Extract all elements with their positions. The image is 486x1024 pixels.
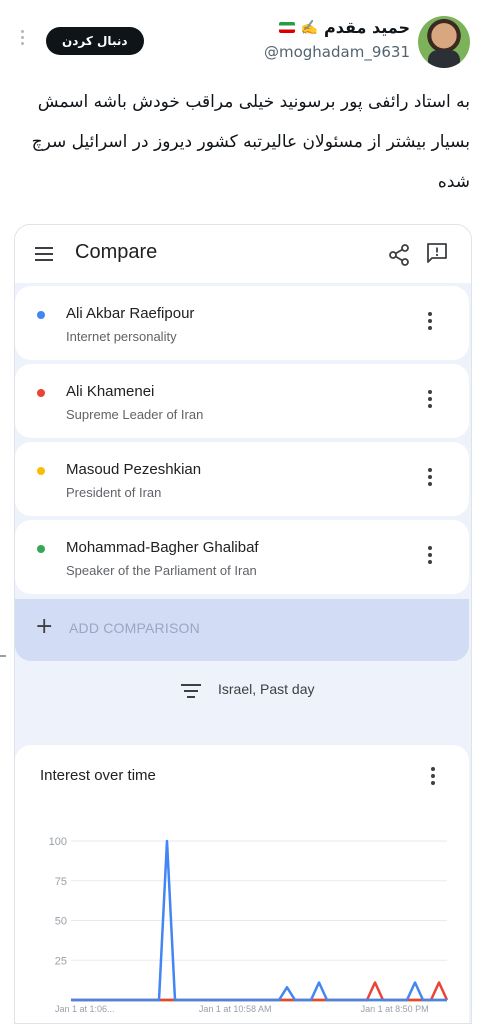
y-tick-label: 100 [49,836,67,848]
term-subtitle: Internet personality [66,329,177,344]
term-name: Ali Akbar Raefipour [66,305,195,322]
term-card-khamenei[interactable]: Ali Khamenei Supreme Leader of Iran [15,364,469,438]
left-edge-mark [0,655,6,657]
x-tick-label: Jan 1 at 1:06... [55,1004,115,1014]
x-tick-label: Jan 1 at 10:58 AM [199,1004,272,1014]
filter-chip[interactable]: Israel, Past day [15,669,469,717]
user-handle[interactable]: @moghadam_9631 [264,43,410,61]
feedback-icon[interactable] [425,241,449,265]
interest-chart: 25 50 75 100 Jan 1 at 1:06... Jan 1 at 10:58 … [49,836,449,1014]
term-name: Masoud Pezeshkian [66,461,202,478]
trends-topbar: Compare [15,225,471,283]
avatar[interactable] [418,16,470,68]
chart-title: Interest over time [40,767,156,784]
y-tick-label: 50 [55,916,67,928]
term-name: Mohammad-Bagher Ghalibaf [66,539,259,556]
menu-icon[interactable] [35,247,55,263]
chart-more-vert-icon[interactable] [428,767,438,789]
writing-hand-emoji: ✍️ [300,19,318,36]
series-color-dot [37,467,45,475]
more-vert-icon[interactable] [425,546,435,568]
more-options-icon[interactable] [20,30,26,48]
series-color-dot [37,311,45,319]
term-card-ghalibaf[interactable]: Mohammad-Bagher Ghalibaf Speaker of the … [15,520,469,594]
iran-flag-icon [278,22,295,33]
series-line-ali-khamenei [71,981,449,1002]
filter-label: Israel, Past day [218,681,315,697]
term-subtitle: Supreme Leader of Iran [66,407,204,422]
series-color-dot [37,545,45,553]
add-comparison-button[interactable]: + ADD COMPARISON [15,599,469,661]
more-vert-icon[interactable] [425,312,435,334]
filter-icon [181,684,201,698]
add-comparison-label: ADD COMPARISON [69,620,200,636]
term-subtitle: President of Iran [66,485,162,500]
term-card-pezeshkian[interactable]: Masoud Pezeshkian President of Iran [15,442,469,516]
follow-button[interactable]: دنبال کردن [46,27,144,55]
plus-icon: + [35,614,54,639]
share-icon[interactable] [387,243,411,267]
author-name-line[interactable]: حمید مقدم ✍️ [278,18,410,37]
y-tick-label: 25 [55,955,67,967]
y-tick-label: 75 [55,876,67,888]
more-vert-icon[interactable] [425,390,435,412]
trends-screenshot: Compare Ali Akbar Raefipour Internet per… [14,224,472,1024]
term-card-raefipour[interactable]: Ali Akbar Raefipour Internet personality [15,286,469,360]
term-name: Ali Khamenei [66,383,155,400]
page-title: Compare [75,241,158,263]
more-vert-icon[interactable] [425,468,435,490]
display-name[interactable]: حمید مقدم [324,18,410,37]
x-tick-label: Jan 1 at 8:50 PM [361,1004,429,1014]
term-subtitle: Speaker of the Parliament of Iran [66,563,257,578]
tweet-text: به استاد رائفی پور برسونید خیلی مراقب خو… [31,92,470,192]
series-color-dot [37,389,45,397]
interest-over-time-card: Interest over time 25 50 75 100 Jan 1 at 1:0… [15,745,469,1023]
